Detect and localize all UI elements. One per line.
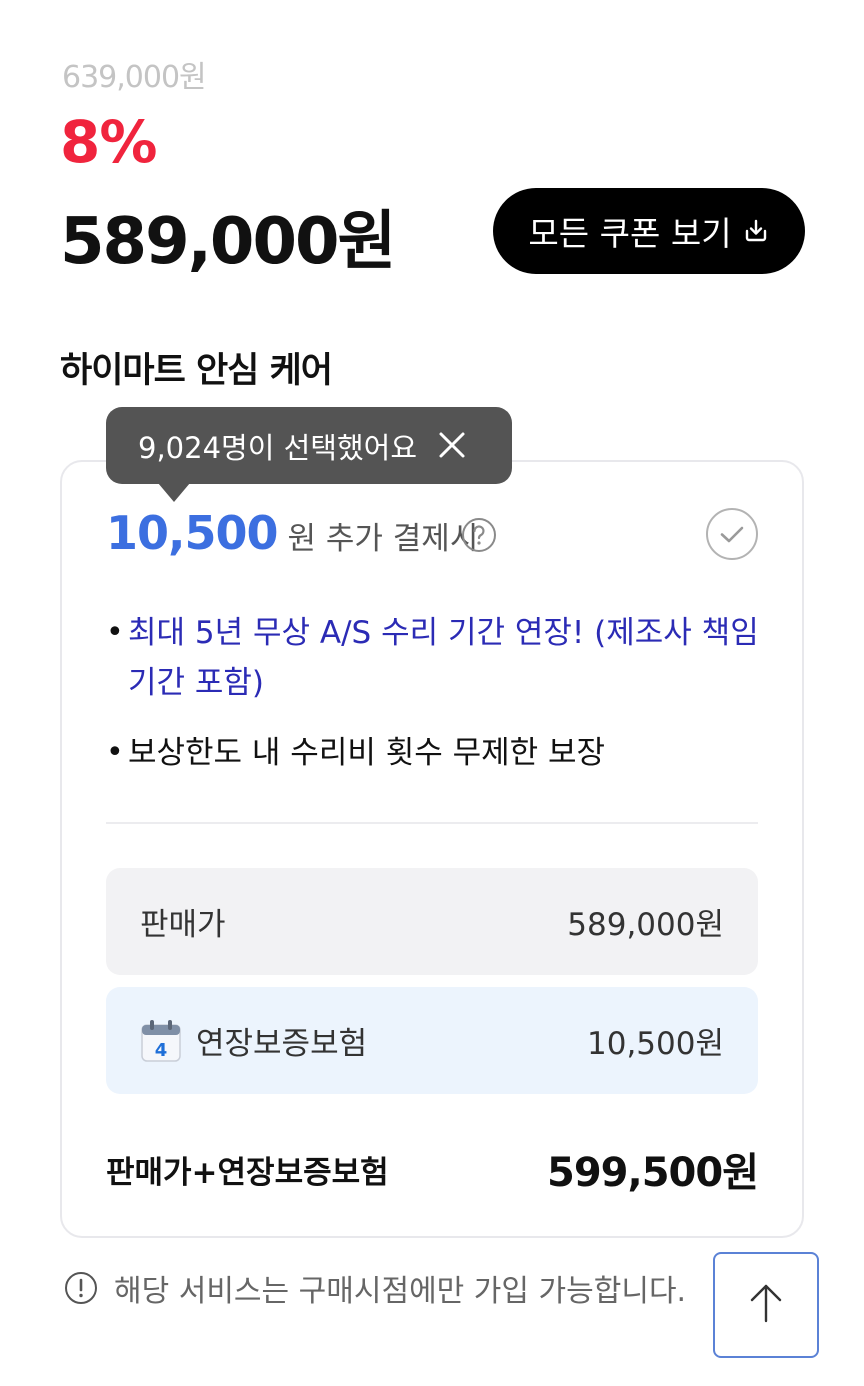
download-icon — [742, 217, 770, 245]
divider — [106, 822, 758, 824]
row-value: 10,500원 — [587, 1026, 724, 1062]
price-row-insurance: 4 연장보증보험 10,500원 — [106, 987, 758, 1094]
discount-rate: 8% — [60, 108, 157, 176]
total-value: 599,500원 — [547, 1150, 759, 1196]
exclamation-circle-icon — [64, 1271, 98, 1305]
bullet-dot: • — [106, 735, 124, 770]
calendar-icon: 4 — [140, 1019, 182, 1063]
total-label: 판매가+연장보증보험 — [106, 1154, 389, 1191]
addon-price: 10,500 원 추가 결제시 — [106, 506, 478, 560]
tooltip-text: 9,024명이 선택했어요 — [138, 430, 417, 465]
total-row: 판매가+연장보증보험 599,500원 — [106, 1140, 759, 1198]
bullet-dot: • — [106, 615, 124, 650]
benefit-text: 보상한도 내 수리비 횟수 무제한 보장 — [128, 735, 606, 771]
row-label: 연장보증보험 — [196, 1026, 368, 1062]
row-label: 판매가 — [140, 907, 226, 943]
view-all-coupons-button[interactable]: 모든 쿠폰 보기 — [493, 188, 805, 274]
row-value: 589,000원 — [567, 907, 724, 943]
help-icon[interactable] — [461, 517, 497, 553]
svg-text:4: 4 — [155, 1040, 168, 1061]
benefit-item: • 최대 5년 무상 A/S 수리 기간 연장! (제조사 책임 기간 포함) — [106, 608, 766, 708]
benefit-item: • 보상한도 내 수리비 횟수 무제한 보장 — [106, 728, 605, 778]
section-title: 하이마트 안심 케어 — [60, 351, 333, 391]
scroll-to-top-button[interactable] — [713, 1252, 819, 1358]
arrow-up-icon — [744, 1281, 788, 1329]
price-row-sale: 판매가 589,000원 — [106, 868, 758, 975]
notice-text: 해당 서비스는 구매시점에만 가입 가능합니다. — [114, 1274, 687, 1309]
selection-tooltip: 9,024명이 선택했어요 — [106, 407, 512, 502]
notice: 해당 서비스는 구매시점에만 가입 가능합니다. — [64, 1266, 686, 1310]
addon-suffix: 원 추가 결제시 — [287, 521, 479, 557]
sale-price: 589,000원 — [60, 205, 396, 279]
addon-amount: 10,500 — [106, 506, 279, 560]
original-price: 639,000원 — [62, 60, 207, 95]
care-option-card[interactable] — [60, 460, 804, 1238]
benefit-text: 최대 5년 무상 A/S 수리 기간 연장! (제조사 책임 기간 포함) — [128, 615, 759, 701]
coupon-button-label: 모든 쿠폰 보기 — [528, 214, 732, 253]
close-icon[interactable] — [432, 425, 472, 465]
check-circle-icon[interactable] — [705, 507, 759, 561]
